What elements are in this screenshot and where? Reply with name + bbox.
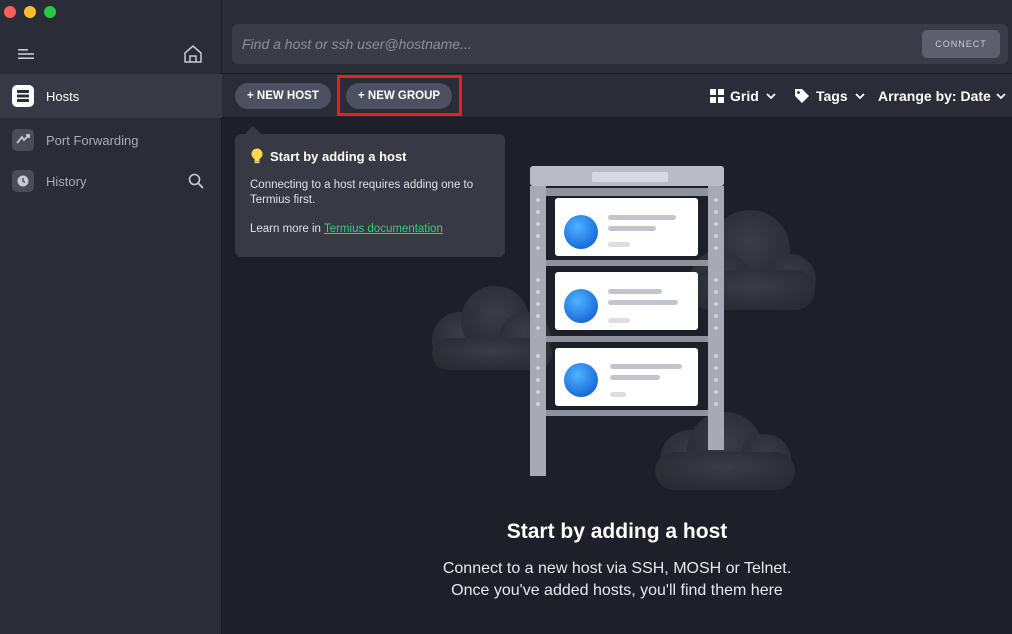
- close-window-button[interactable]: [4, 6, 16, 18]
- search-box: CONNECT: [232, 24, 1008, 64]
- tip-learn-more: Learn more in Termius documentation: [250, 223, 490, 235]
- port-forwarding-icon: [12, 129, 34, 151]
- sidebar-item-hosts[interactable]: Hosts: [0, 74, 222, 118]
- window-controls: [4, 6, 56, 18]
- tag-icon: [795, 89, 809, 103]
- zoom-window-button[interactable]: [44, 6, 56, 18]
- search-icon[interactable]: [188, 173, 204, 189]
- sidebar-item-label: History: [46, 173, 87, 189]
- empty-state-title: Start by adding a host: [506, 520, 728, 543]
- tip-title: Start by adding a host: [270, 148, 407, 164]
- chevron-down-icon: [766, 93, 776, 100]
- termius-documentation-link[interactable]: Termius documentation: [324, 223, 443, 235]
- tip-title-row: Start by adding a host: [250, 148, 490, 164]
- sidebar-item-history[interactable]: History: [0, 159, 222, 203]
- lightbulb-icon: [251, 148, 263, 164]
- sidebar-item-label: Port Forwarding: [46, 132, 139, 148]
- sidebar: Hosts Port Forwarding History: [0, 0, 222, 634]
- tags-label: Tags: [816, 88, 848, 104]
- arrange-selector[interactable]: Arrange by: Date: [878, 74, 1007, 118]
- menu-icon[interactable]: [16, 46, 36, 62]
- empty-state-subtitle: Connect to a new host via SSH, MOSH or T…: [222, 558, 1012, 602]
- empty-state-line-2: Once you've added hosts, you'll find the…: [451, 582, 783, 599]
- grid-icon: [710, 89, 724, 103]
- search-input[interactable]: [232, 24, 912, 64]
- new-group-button[interactable]: + NEW GROUP: [346, 83, 453, 109]
- hosts-icon: [12, 85, 34, 107]
- arrange-label: Arrange by: Date: [878, 88, 991, 104]
- top-bar: CONNECT: [222, 0, 1012, 74]
- minimize-window-button[interactable]: [24, 6, 36, 18]
- sidebar-item-label: Hosts: [46, 88, 80, 104]
- history-icon: [12, 170, 34, 192]
- sidebar-item-port-forwarding[interactable]: Port Forwarding: [0, 118, 222, 162]
- chevron-down-icon: [996, 93, 1006, 100]
- tags-selector[interactable]: Tags: [794, 74, 866, 118]
- onboarding-tip: Start by adding a host Connecting to a h…: [235, 126, 505, 257]
- tip-body: Connecting to a host requires adding one…: [250, 179, 474, 206]
- tip-learn-more-prefix: Learn more in: [250, 223, 324, 235]
- connect-button[interactable]: CONNECT: [922, 30, 1000, 58]
- empty-state-line-1: Connect to a new host via SSH, MOSH or T…: [442, 560, 792, 577]
- home-icon[interactable]: [183, 44, 203, 64]
- new-host-button[interactable]: + NEW HOST: [235, 83, 331, 109]
- view-mode-selector[interactable]: Grid: [710, 74, 777, 118]
- toolbar: + NEW HOST + NEW GROUP Grid Tags Arrange…: [222, 74, 1012, 118]
- view-mode-label: Grid: [730, 88, 759, 104]
- chevron-down-icon: [855, 93, 865, 100]
